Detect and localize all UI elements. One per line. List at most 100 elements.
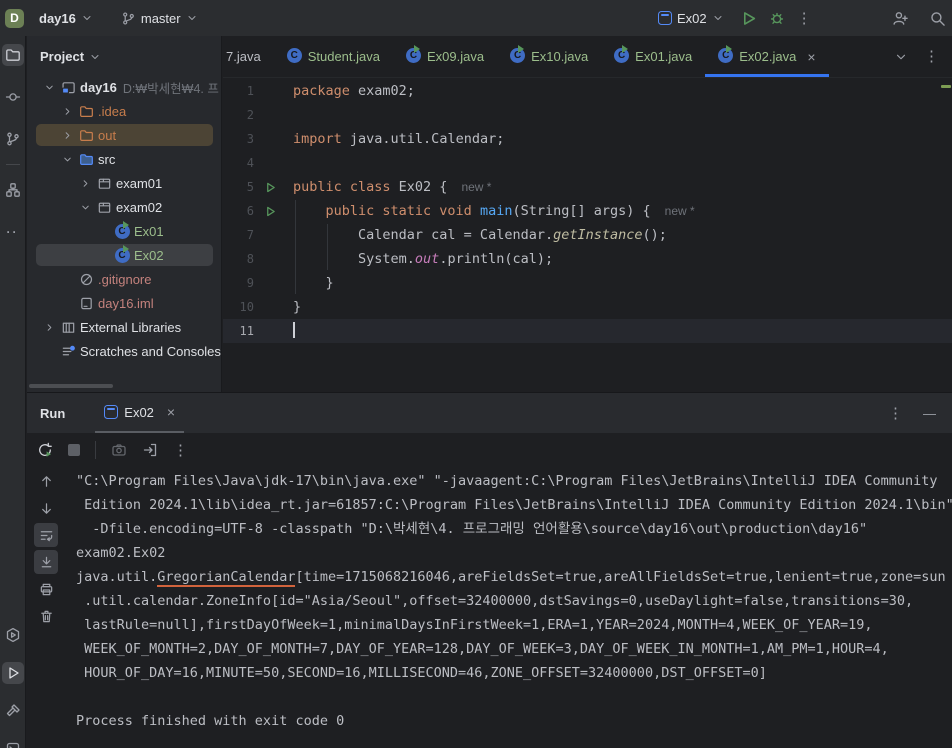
editor-tab-bar: 7.java Student.java Ex09.java Ex10.java Ex01… xyxy=(223,36,952,78)
editor-gutter[interactable]: 8 xyxy=(223,247,293,271)
git-tool-button[interactable] xyxy=(2,128,24,150)
tree-chevron-icon[interactable] xyxy=(41,322,58,333)
code-line-5[interactable]: 5 public class Ex02 {new * xyxy=(223,175,952,199)
more-toolbar-options-button[interactable]: ⋮ xyxy=(173,443,188,458)
code-line-7[interactable]: 7 Calendar cal = Calendar.getInstance(); xyxy=(223,223,952,247)
code-with-me-button[interactable] xyxy=(892,10,909,27)
code-editor[interactable]: 1 package exam02; 2 3 import java.util.Calen… xyxy=(223,79,952,392)
more-actions-button[interactable]: ⋮ xyxy=(797,11,812,26)
tree-item-exam01[interactable]: exam01 xyxy=(27,171,221,195)
editor-gutter[interactable]: 10 xyxy=(223,295,293,319)
editor-gutter[interactable]: 11 xyxy=(223,319,293,343)
code-line-3[interactable]: 3 import java.util.Calendar; xyxy=(223,127,952,151)
tree-item-day16[interactable]: day16 D:₩박세현₩4. 프 xyxy=(27,75,221,99)
text-segment xyxy=(293,203,326,219)
code-line-10[interactable]: 10} xyxy=(223,295,952,319)
tree-chevron-icon[interactable] xyxy=(59,130,76,141)
run-configuration-selector[interactable]: Ex02 xyxy=(654,7,728,30)
more-tool-windows-button[interactable]: ·· xyxy=(2,221,24,243)
print-button[interactable] xyxy=(34,577,58,601)
services-tool-button[interactable] xyxy=(2,624,24,646)
debug-button[interactable] xyxy=(769,10,785,26)
editor-gutter[interactable]: 6 xyxy=(223,199,293,223)
code-line-2[interactable]: 2 xyxy=(223,103,952,127)
editor-gutter[interactable]: 1 xyxy=(223,79,293,103)
stop-button[interactable] xyxy=(68,444,80,456)
console-class-link[interactable]: GregorianCalendar xyxy=(157,569,296,587)
project-selector[interactable]: day16 xyxy=(32,7,100,30)
build-tool-button[interactable] xyxy=(2,700,24,722)
close-icon[interactable]: × xyxy=(807,49,815,65)
more-options-button[interactable]: ⋮ xyxy=(888,406,903,421)
editor-gutter[interactable]: 5 xyxy=(223,175,293,199)
hidden-tabs-button[interactable] xyxy=(894,50,908,64)
project-panel-header[interactable]: Project xyxy=(27,36,221,75)
tree-chevron-icon[interactable] xyxy=(77,178,94,189)
editor-gutter[interactable]: 7 xyxy=(223,223,293,247)
tree-chevron-icon[interactable] xyxy=(77,202,94,213)
scroll-to-end-button[interactable] xyxy=(34,550,58,574)
search-everywhere-button[interactable] xyxy=(929,10,946,27)
structure-tool-button[interactable] xyxy=(2,179,24,201)
soft-wrap-button[interactable] xyxy=(34,523,58,547)
console-line-3: -Dfile.encoding=UTF-8 -classpath "D:\박세현… xyxy=(76,517,952,541)
tab-ex09-java[interactable]: Ex09.java xyxy=(393,36,497,77)
run-line-button[interactable] xyxy=(254,175,293,199)
line-number: 4 xyxy=(246,156,254,170)
libraries-icon xyxy=(58,320,78,335)
hide-panel-button[interactable]: — xyxy=(923,406,936,421)
tree-item-out[interactable]: out xyxy=(27,123,221,147)
close-icon[interactable]: × xyxy=(167,404,175,420)
horizontal-scrollbar[interactable] xyxy=(29,384,113,388)
scroll-down-button[interactable] xyxy=(34,496,58,520)
rerun-button[interactable] xyxy=(37,442,53,458)
editor-gutter[interactable]: 2 xyxy=(223,103,293,127)
editor-gutter[interactable]: 3 xyxy=(223,127,293,151)
code-line-11[interactable]: 11 xyxy=(223,319,952,343)
tree-chevron-icon[interactable] xyxy=(59,154,76,165)
tree-item-external-libraries[interactable]: External Libraries xyxy=(27,315,221,339)
tab-ex10-java[interactable]: Ex10.java xyxy=(497,36,601,77)
tree-item-ex01[interactable]: Ex01 xyxy=(27,219,221,243)
intellij-logo[interactable]: D xyxy=(5,8,24,28)
tree-item-day16-iml[interactable]: day16.iml xyxy=(27,291,221,315)
tab-7-java[interactable]: 7.java xyxy=(223,36,274,77)
commit-tool-button[interactable] xyxy=(2,86,24,108)
tab-ex02-java[interactable]: Ex02.java × xyxy=(705,36,828,77)
branch-selector[interactable]: master xyxy=(114,7,205,30)
line-number: 7 xyxy=(246,228,254,242)
editor-gutter[interactable]: 9 xyxy=(223,271,293,295)
editor-gutter[interactable]: 4 xyxy=(223,151,293,175)
tree-item-label: out xyxy=(98,127,117,143)
terminal-tool-button[interactable] xyxy=(2,738,24,748)
tree-item-exam02[interactable]: exam02 xyxy=(27,195,221,219)
gutter-glyph-area xyxy=(254,127,293,151)
project-tool-button[interactable] xyxy=(1,44,24,66)
tab-ex01-java[interactable]: Ex01.java xyxy=(601,36,705,77)
tree-item--idea[interactable]: .idea xyxy=(27,99,221,123)
clear-all-button[interactable] xyxy=(34,604,58,628)
run-tool-window: Run Ex02 × ⋮ — ⋮ "C:\Program Files\Java\… xyxy=(27,392,952,748)
tree-chevron-icon[interactable] xyxy=(41,82,58,93)
tab-label: Student.java xyxy=(307,49,380,64)
tree-item-src[interactable]: src xyxy=(27,147,221,171)
open-results-button[interactable] xyxy=(142,442,158,458)
run-button[interactable] xyxy=(740,10,757,27)
scroll-up-button[interactable] xyxy=(34,469,58,493)
code-line-4[interactable]: 4 xyxy=(223,151,952,175)
tree-item-ex02[interactable]: Ex02 xyxy=(27,243,221,267)
code-line-6[interactable]: 6 public static void main(String[] args)… xyxy=(223,199,952,223)
run-tool-button[interactable] xyxy=(1,662,24,684)
code-line-8[interactable]: 8 System.out.println(cal); xyxy=(223,247,952,271)
run-line-button[interactable] xyxy=(254,199,293,223)
console-output[interactable]: "C:\Program Files\Java\jdk-17\bin\java.e… xyxy=(65,469,952,748)
tree-item--gitignore[interactable]: .gitignore xyxy=(27,267,221,291)
thread-dump-button[interactable] xyxy=(111,442,127,458)
tab-student-java[interactable]: Student.java xyxy=(274,36,393,77)
code-line-1[interactable]: 1 package exam02; xyxy=(223,79,952,103)
more-tabs-options-button[interactable]: ⋮ xyxy=(924,49,939,64)
tree-chevron-icon[interactable] xyxy=(59,106,76,117)
code-line-9[interactable]: 9 } xyxy=(223,271,952,295)
tree-item-scratches-and-consoles[interactable]: Scratches and Consoles xyxy=(27,339,221,363)
run-tab-ex02[interactable]: Ex02 × xyxy=(95,393,185,433)
